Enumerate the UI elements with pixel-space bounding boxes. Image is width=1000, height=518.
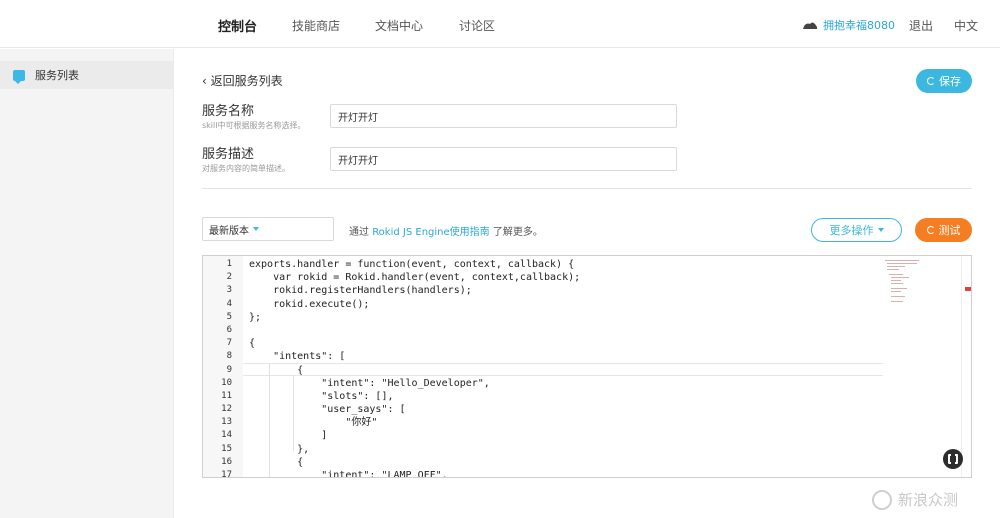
service-name-label: 服务名称 [202,104,255,119]
watermark-logo-icon [872,489,892,510]
code-line[interactable]: 7{ [203,337,883,350]
code-text: "intents": [ [249,351,346,363]
code-line[interactable]: 5}; [203,311,883,324]
code-line[interactable]: 8 "intents": [ [203,350,883,363]
service-name-hint: skill中可根据服务名称选择。 [202,121,306,130]
code-line[interactable]: 2 var rokid = Rokid.handler(event, conte… [203,271,883,284]
line-number: 6 [226,324,232,335]
code-text: ] [249,430,328,442]
code-line[interactable]: 6 [203,324,883,337]
line-number: 9 [226,364,232,375]
code-text: { [249,364,304,376]
caret-down-icon [877,228,884,232]
nav-console[interactable]: 控制台 [218,16,257,35]
test-button[interactable]: 测试 [915,218,972,242]
engine-guide-link[interactable]: Rokid JS Engine使用指南 [372,227,489,238]
code-text: exports.handler = function(event, contex… [249,259,575,270]
caret-down-icon [253,227,259,231]
chat-bubble-icon [13,69,25,84]
logout-link[interactable]: 退出 [909,17,933,34]
line-number: 12 [221,404,232,415]
code-line[interactable]: 15 }, [203,443,883,456]
nav-forum[interactable]: 讨论区 [459,17,495,34]
user-menu[interactable]: 拥抱幸福8080 [802,17,895,33]
code-line[interactable]: 10 "intent": "Hello_Developer", [203,377,883,390]
service-name-input[interactable] [330,104,677,128]
line-number: 13 [221,417,232,428]
code-line[interactable]: 17 "intent": "LAMP_OFF", [203,469,883,478]
username[interactable]: 拥抱幸福8080 [823,17,895,33]
code-text: }, [249,443,310,455]
line-number: 11 [221,390,232,401]
line-number: 1 [226,259,232,269]
code-text: rokid.registerHandlers(handlers); [249,285,472,297]
line-number: 5 [226,311,232,322]
code-line[interactable]: 4 rokid.execute(); [203,298,883,311]
code-text: rokid.execute(); [249,298,370,310]
service-desc-input[interactable] [330,147,677,171]
nav-skill-store[interactable]: 技能商店 [292,17,340,34]
code-text: { [249,456,304,468]
top-nav-bar: 控制台 技能商店 文档中心 讨论区 拥抱幸福8080 退出 中文 [0,0,1000,48]
scroll-position-marker [965,287,971,291]
code-content[interactable]: 1 exports.handler = function(event, conte… [203,258,883,478]
service-desc-hint: 对服务内容的简单描述。 [202,164,290,173]
line-number: 10 [221,377,232,388]
code-line[interactable]: 9 { [203,364,883,377]
watermark: 新浪众测 [872,489,958,510]
code-text: "intent": "LAMP_OFF", [249,470,448,478]
code-line[interactable]: 13 "你好" [203,416,883,429]
code-text: "slots": [], [249,390,394,402]
line-number: 2 [226,272,232,283]
back-to-service-list-link[interactable]: ‹ 返回服务列表 [202,72,283,89]
line-number: 17 [221,470,232,478]
line-number: 16 [221,456,232,467]
engine-guide-text: 通过 Rokid JS Engine使用指南 了解更多。 [349,227,543,238]
line-number: 7 [226,338,232,349]
line-number: 3 [226,285,232,296]
code-text: { [249,338,256,350]
sidebar: 服务列表 [0,49,174,518]
chevron-left-icon: ‹ [202,74,211,88]
code-text: "user_says": [ [249,404,406,416]
sidebar-item-service-list[interactable]: 服务列表 [0,61,174,89]
code-line[interactable]: 11 "slots": [], [203,390,883,403]
code-minimap[interactable] [883,258,963,318]
save-button[interactable]: 保存 [916,69,972,93]
avatar-icon [803,22,817,29]
code-editor[interactable]: 1 exports.handler = function(event, conte… [202,255,972,478]
code-line[interactable]: 14 ] [203,429,883,442]
service-desc-label: 服务描述 [202,147,255,162]
divider [202,188,972,189]
line-number: 14 [221,430,232,441]
loading-icon [926,226,935,234]
line-number: 15 [221,443,232,454]
code-line[interactable]: 1 exports.handler = function(event, conte… [203,258,883,271]
loading-icon [927,77,935,85]
code-text: var rokid = Rokid.handler(event, context… [249,272,581,284]
sidebar-item-label: 服务列表 [35,69,79,82]
code-line[interactable]: 16 { [203,456,883,469]
code-line[interactable]: 3 rokid.registerHandlers(handlers); [203,284,883,297]
code-text: "你好" [249,417,378,429]
code-text: "intent": "Hello_Developer", [249,377,490,389]
line-number: 8 [226,351,232,362]
code-text: }; [249,311,262,323]
code-line[interactable]: 12 "user_says": [ [203,403,883,416]
fullscreen-expand-icon[interactable] [943,449,963,469]
nav-docs[interactable]: 文档中心 [375,17,423,34]
version-select[interactable]: 最新版本 [202,217,334,241]
line-number: 4 [226,298,232,309]
more-actions-button[interactable]: 更多操作 [811,218,902,242]
language-switch[interactable]: 中文 [954,17,978,34]
